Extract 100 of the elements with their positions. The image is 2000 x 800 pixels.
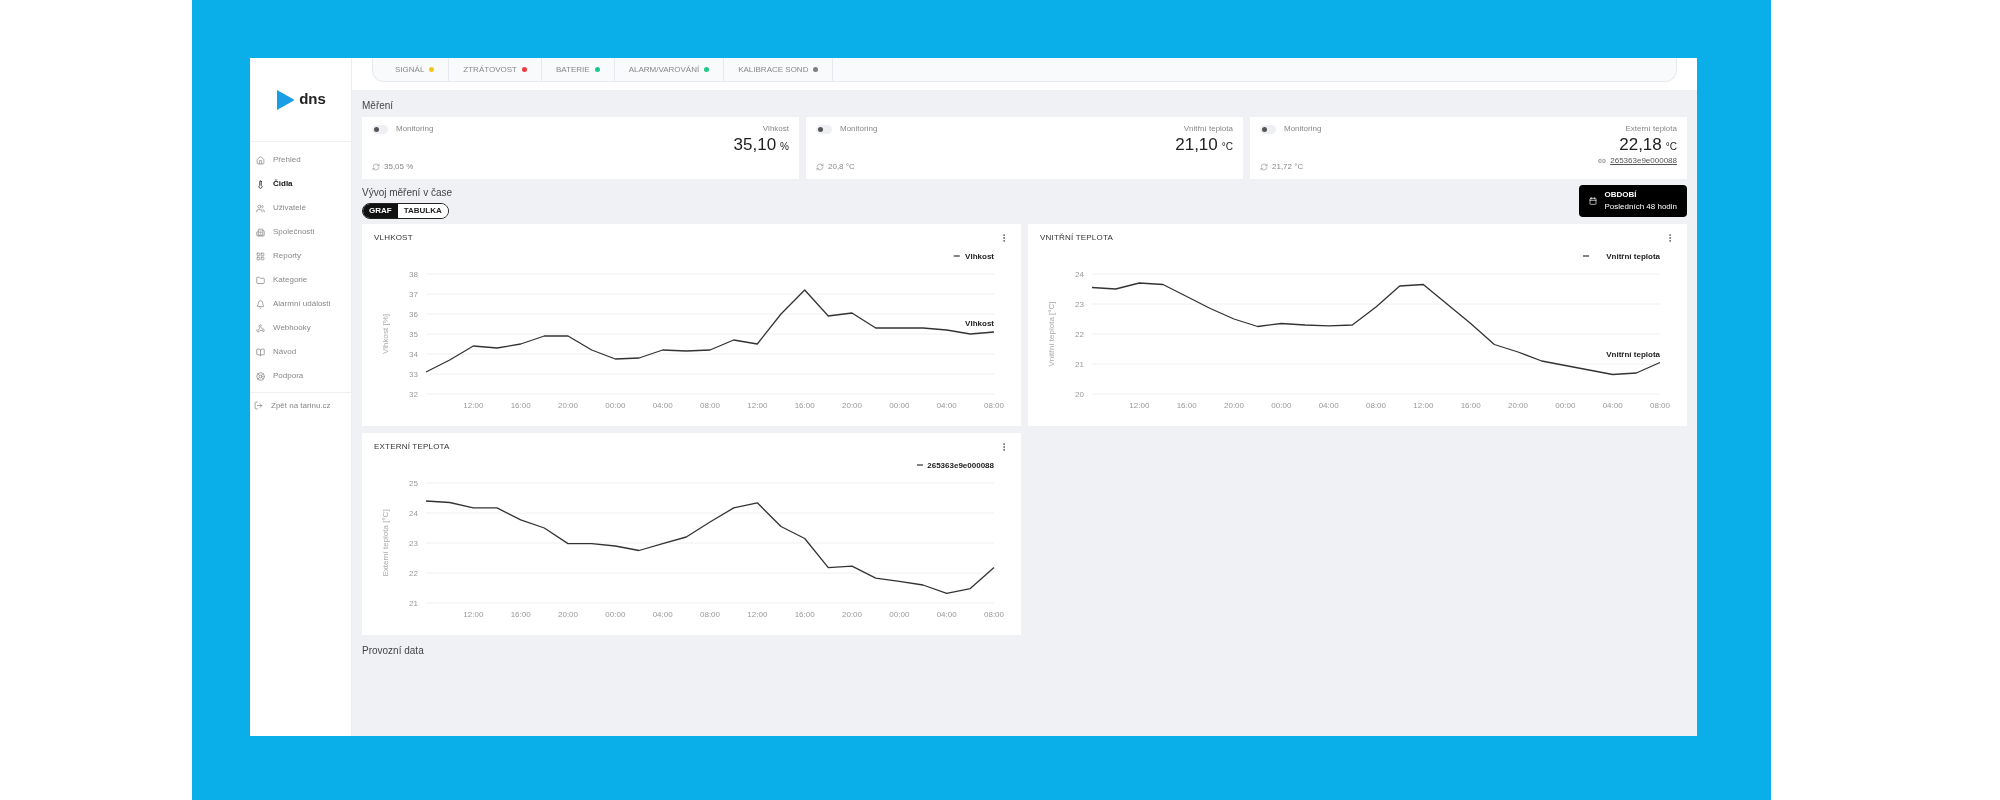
- previous-value: 35,05 %: [384, 161, 414, 173]
- legend-item[interactable]: 265363e9e000088: [916, 461, 994, 470]
- nav-item[interactable]: Podpora: [250, 364, 351, 388]
- measurement-label: Vlhkost: [762, 123, 789, 135]
- measurement-label: Vnitřní teplota: [1183, 123, 1233, 135]
- x-tick-label: 00:00: [605, 401, 626, 410]
- section-heading: Provozní data: [362, 644, 425, 658]
- previous-value: 20,8 °C: [828, 161, 855, 173]
- y-tick-label: 34: [409, 350, 418, 359]
- measurement-unit: °C: [1665, 140, 1677, 154]
- refresh-icon: [372, 163, 380, 171]
- y-tick-label: 24: [1075, 270, 1084, 279]
- legend-item[interactable]: Vnitřní teplota: [1582, 252, 1660, 261]
- status-label: BATERIE: [556, 63, 590, 76]
- x-tick-label: 00:00: [605, 610, 626, 619]
- line-end-label: Vnitřní teplota: [1606, 349, 1660, 359]
- view-tab[interactable]: TABULKA: [397, 204, 448, 218]
- x-tick-label: 16:00: [1176, 401, 1197, 410]
- x-tick-label: 08:00: [984, 401, 1004, 410]
- y-tick-label: 22: [409, 569, 418, 578]
- x-tick-label: 08:00: [700, 610, 720, 619]
- refresh-icon: [816, 163, 824, 171]
- logo-text: dns: [299, 89, 326, 110]
- y-tick-label: 22: [1075, 330, 1084, 339]
- toggle-label: Monitoring: [396, 123, 434, 135]
- nav-item[interactable]: Kategorie: [250, 268, 351, 292]
- period-button[interactable]: OBDOBÍ Posledních 48 hodin: [1578, 185, 1687, 217]
- y-tick-label: 37: [409, 290, 418, 299]
- link-icon: [1598, 157, 1607, 165]
- x-tick-label: 16:00: [510, 401, 531, 410]
- toggle-label: Monitoring: [840, 123, 878, 135]
- y-tick-label: 25: [409, 479, 418, 488]
- calendar-icon: [1588, 197, 1597, 205]
- measurement-label: Externí teplota: [1625, 123, 1677, 135]
- x-tick-label: 12:00: [463, 610, 484, 619]
- book-icon: [256, 347, 265, 357]
- x-tick-label: 12:00: [747, 401, 768, 410]
- sensor-link[interactable]: 265363e9e000088: [1610, 155, 1677, 167]
- chart-title: EXTERNÍ TEPLOTA: [374, 441, 450, 453]
- building-icon: [256, 227, 265, 237]
- x-tick-label: 00:00: [889, 401, 910, 410]
- status-label: SIGNÁL: [395, 63, 425, 76]
- x-tick-label: 20:00: [1224, 401, 1244, 410]
- x-tick-label: 04:00: [936, 610, 957, 619]
- line-end-label: Vlhkost: [965, 319, 994, 328]
- logo-icon: [275, 87, 296, 112]
- x-tick-label: 04:00: [1602, 401, 1623, 410]
- x-tick-label: 20:00: [558, 610, 578, 619]
- y-tick-label: 21: [1075, 360, 1084, 369]
- legend-item[interactable]: Vlhkost: [953, 252, 994, 261]
- x-tick-label: 20:00: [1508, 401, 1528, 410]
- x-tick-label: 20:00: [558, 401, 578, 410]
- x-tick-label: 08:00: [1650, 401, 1670, 410]
- y-axis-label: Externí teplota [°C]: [381, 509, 390, 577]
- toggle-switch[interactable]: [816, 124, 832, 134]
- y-axis-label: Vnitřní teplota [°C]: [1047, 301, 1056, 367]
- previous-value: 21,72 °C: [1272, 161, 1304, 173]
- legend-label: 265363e9e000088: [927, 461, 995, 470]
- chart-title: VLHKOST: [374, 232, 413, 244]
- nav-item[interactable]: Uživatelé: [250, 196, 351, 220]
- x-tick-label: 12:00: [1413, 401, 1434, 410]
- x-tick-label: 12:00: [1129, 401, 1150, 410]
- lifebuoy-icon: [256, 371, 265, 381]
- x-tick-label: 04:00: [652, 401, 673, 410]
- nav-item[interactable]: Čidla: [250, 172, 351, 196]
- x-tick-label: 20:00: [842, 610, 862, 619]
- x-tick-label: 20:00: [842, 401, 862, 410]
- x-tick-label: 12:00: [747, 610, 768, 619]
- view-tab[interactable]: GRAF: [363, 204, 398, 218]
- y-tick-label: 23: [1075, 300, 1084, 309]
- toggle-switch[interactable]: [372, 124, 388, 134]
- grid-icon: [256, 251, 265, 261]
- nav-item[interactable]: Společnosti: [250, 220, 351, 244]
- nav-item[interactable]: Přehled: [250, 148, 351, 172]
- section-heading: Vývoj měření v čase: [362, 186, 453, 200]
- x-tick-label: 16:00: [1460, 401, 1481, 410]
- x-tick-label: 04:00: [936, 401, 957, 410]
- back-link[interactable]: Zpět na tarinu.cz: [250, 392, 351, 418]
- nav-item[interactable]: Webhooky: [250, 316, 351, 340]
- nav-item[interactable]: Alarmní události: [250, 292, 351, 316]
- x-tick-label: 00:00: [1555, 401, 1576, 410]
- legend-label: Vlhkost: [965, 252, 995, 261]
- toggle-switch[interactable]: [1260, 124, 1276, 134]
- x-tick-label: 08:00: [984, 610, 1004, 619]
- webhook-icon: [256, 323, 265, 333]
- y-tick-label: 33: [409, 370, 418, 379]
- users-icon: [256, 203, 265, 213]
- measurement-unit: %: [780, 140, 789, 154]
- status-label: ALARM/VAROVÁNÍ: [628, 63, 700, 76]
- y-tick-label: 35: [409, 330, 418, 339]
- legend-label: Vnitřní teplota: [1606, 252, 1661, 261]
- y-tick-label: 38: [409, 270, 418, 279]
- nav-item[interactable]: Návod: [250, 340, 351, 364]
- y-tick-label: 36: [409, 310, 418, 319]
- x-tick-label: 16:00: [794, 610, 815, 619]
- measurement-value: 22,18: [1619, 135, 1662, 155]
- y-axis-label: Vlhkost [%]: [381, 314, 390, 354]
- status-label: KALIBRACE SOND: [738, 63, 809, 76]
- nav-item[interactable]: Reporty: [250, 244, 351, 268]
- folder-icon: [256, 275, 265, 285]
